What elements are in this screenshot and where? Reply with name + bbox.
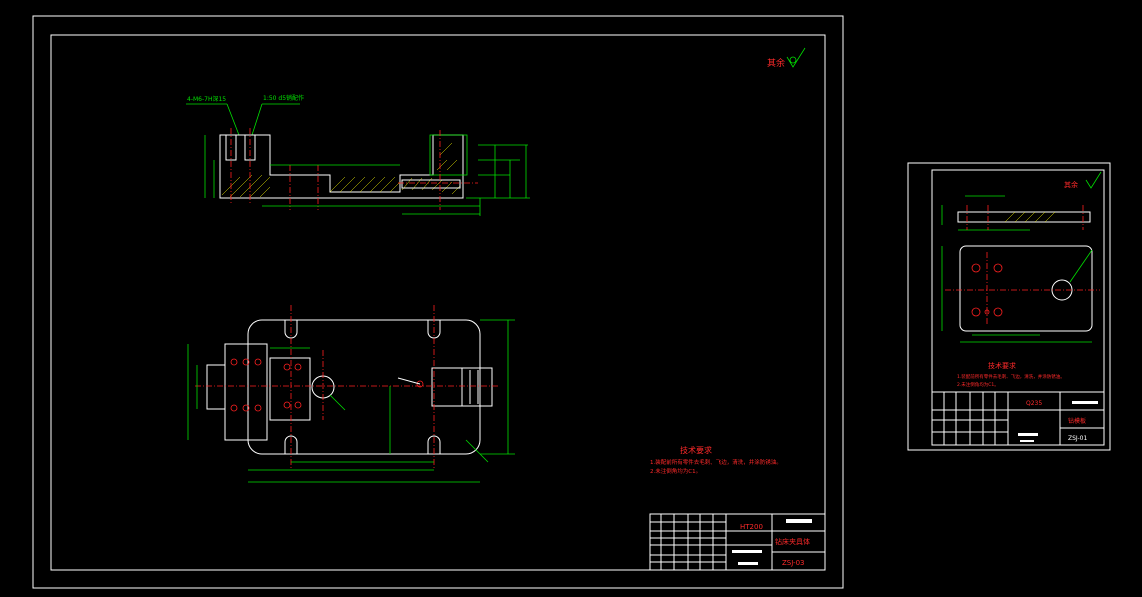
left-lug	[206, 364, 226, 410]
leader-line-2b	[251, 103, 263, 136]
right-pad-1	[431, 367, 463, 407]
thumb-tech-req-1: 1.装配前所有零件去毛刺、飞边，清洗，并涂防锈油。	[957, 373, 1065, 380]
roughness-symbol	[786, 47, 806, 68]
title-block: HT200 钻床夹具体 ZSJ-03	[649, 513, 826, 571]
thumb-title-material: Q235	[1026, 400, 1042, 407]
tech-req-2: 2.未注倒角均为C1。	[650, 467, 701, 475]
tech-req-title: 技术要求	[680, 445, 712, 455]
thumb-roughness-note: 其余	[1064, 180, 1078, 189]
thumb-tech-req-title: 技术要求	[988, 361, 1016, 370]
left-block	[224, 343, 268, 441]
main-drawing-sheet: 其余 4-M6-7H深15 1:50 d5销配作 技术要求 1.装配前所有零件去…	[32, 15, 844, 589]
thumb-title-drawing-no: ZSJ-01	[1068, 435, 1087, 442]
thumb-tech-req-2: 2.未注倒角均为C1。	[957, 381, 999, 388]
roughness-note: 其余	[767, 57, 785, 69]
title-material: HT200	[740, 523, 763, 531]
section-view: 4-M6-7H深15 1:50 d5销配作	[186, 94, 530, 216]
section-hatch	[221, 142, 461, 198]
roughness-circle	[789, 56, 797, 64]
cad-canvas: 其余 4-M6-7H深15 1:50 d5销配作 技术要求 1.装配前所有零件去…	[32, 15, 1111, 589]
note-pin: 1:50 d5销配作	[263, 94, 304, 102]
right-pad-2	[461, 367, 493, 407]
tech-req-1: 1.装配前所有零件去毛刺、飞边，清洗，并涂防锈油。	[650, 458, 782, 466]
note-thread: 4-M6-7H深15	[187, 95, 226, 103]
thumb-outer-border	[907, 162, 1111, 451]
title-part-name: 钻床夹具体	[775, 537, 810, 546]
thumb-title-part-name: 钻模板	[1068, 417, 1086, 425]
title-drawing-no: ZSJ-03	[782, 559, 805, 567]
bore-detail	[401, 179, 461, 189]
sheet-outer-border	[32, 15, 844, 589]
leader-line-1b	[226, 103, 240, 136]
thumb-roughness-symbol	[1085, 171, 1102, 189]
section-outline	[219, 134, 464, 199]
thumb-section	[957, 211, 1091, 223]
section-dimensions	[204, 135, 530, 216]
thumbnail-sheet: 其余 技术要求 1.装配前所有零件去毛刺、飞边，清洗，并涂防锈油。 2.未注倒角…	[907, 162, 1111, 451]
support-block	[429, 134, 468, 176]
sheet-inner-border	[50, 34, 826, 571]
thumb-title-block: Q235 钻模板 ZSJ-01	[931, 391, 1105, 446]
plan-view	[187, 305, 515, 483]
plate-outline	[247, 319, 481, 455]
